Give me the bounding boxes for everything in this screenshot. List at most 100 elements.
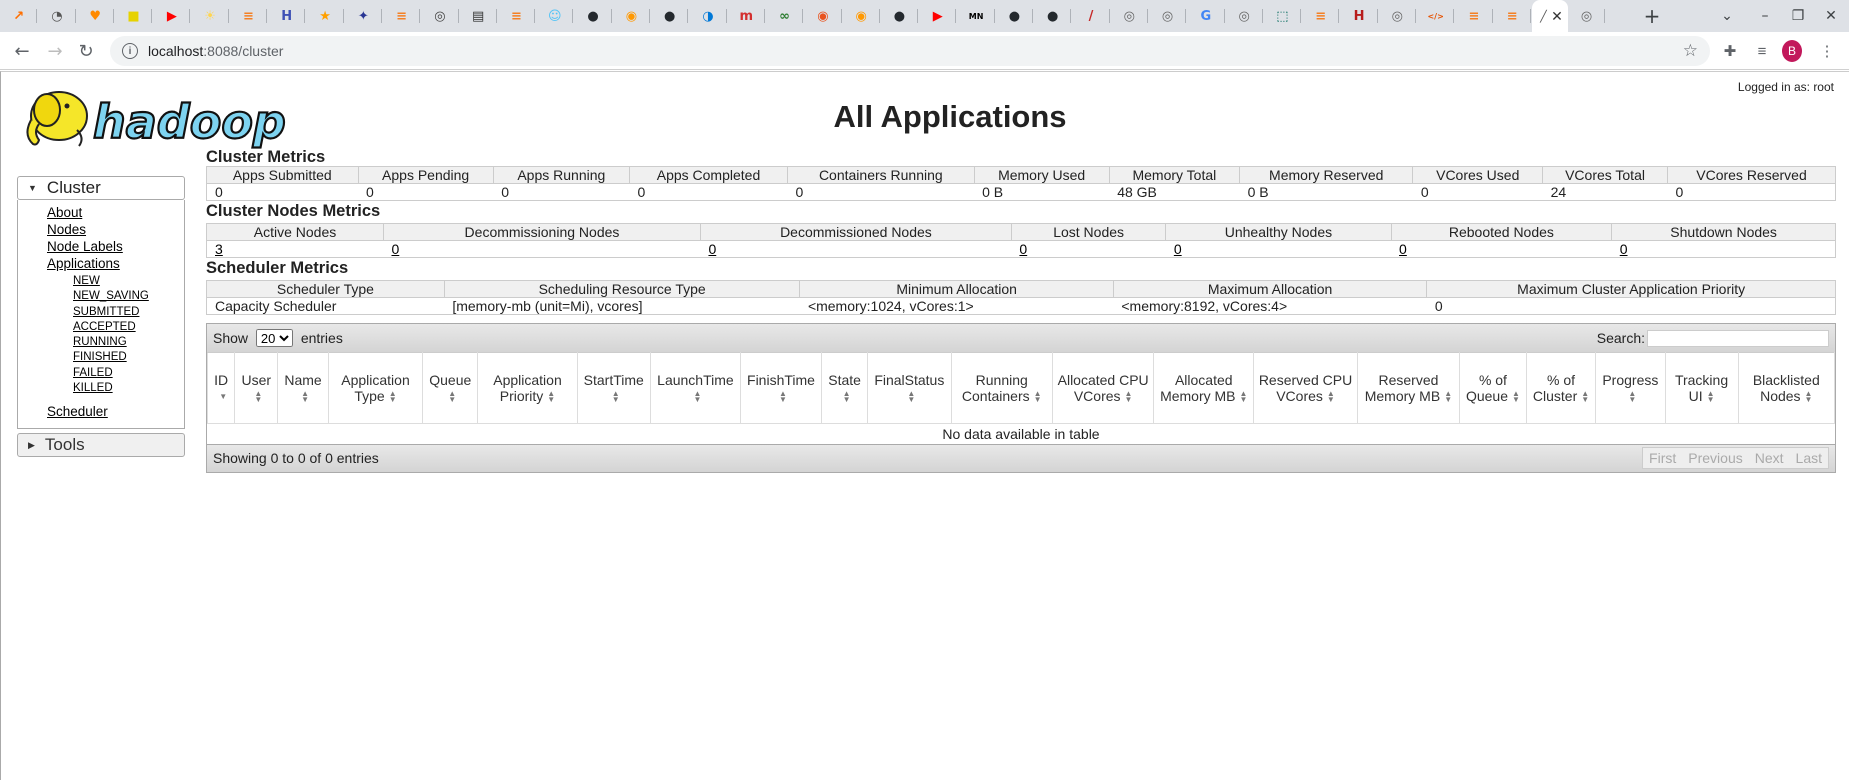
browser-tab[interactable]: ♥ [77, 0, 115, 32]
browser-tab[interactable]: ◎ [1226, 0, 1264, 32]
metric-link-lost-nodes[interactable]: 0 [1019, 241, 1027, 257]
browser-tab[interactable]: ● [651, 0, 689, 32]
browser-tab[interactable]: ≡ [1494, 0, 1532, 32]
browser-tab[interactable]: ∞ [766, 0, 804, 32]
metric-link-decommissioning-nodes[interactable]: 0 [391, 241, 399, 257]
active-browser-tab[interactable]: ╱ ✕ [1531, 0, 1568, 32]
browser-tab[interactable]: ● [1034, 0, 1072, 32]
browser-tab[interactable]: ↗ [0, 0, 38, 32]
page-size-select[interactable]: 20 [255, 329, 293, 347]
nav-link-applications[interactable]: Applications [47, 255, 184, 272]
close-window-button[interactable]: ✕ [1814, 0, 1848, 32]
browser-tab[interactable]: ⬚ [1264, 0, 1302, 32]
minimize-button[interactable]: – [1748, 0, 1782, 32]
browser-tab[interactable]: ≡ [1302, 0, 1340, 32]
metric-link-unhealthy-nodes[interactable]: 0 [1174, 241, 1182, 257]
nav-app-state-new-saving[interactable]: NEW_SAVING [73, 289, 184, 304]
nav-app-state-killed[interactable]: KILLED [73, 381, 184, 396]
nav-app-state-submitted[interactable]: SUBMITTED [73, 305, 184, 320]
column-header-finishtime[interactable]: FinishTime▲ ▼ [739, 352, 823, 424]
metric-link-active-nodes[interactable]: 3 [215, 241, 223, 257]
new-tab-button[interactable]: + [1635, 0, 1669, 32]
search-input[interactable] [1647, 329, 1829, 347]
column-header-running-containers[interactable]: Running Containers ▲ ▼ [950, 352, 1053, 424]
close-tab-icon[interactable]: ✕ [1551, 8, 1563, 25]
nav-app-state-running[interactable]: RUNNING [73, 335, 184, 350]
column-header-application-type[interactable]: Application Type ▲ ▼ [327, 352, 424, 424]
nav-link-scheduler[interactable]: Scheduler [47, 403, 184, 420]
column-header-launchtime[interactable]: LaunchTime▲ ▼ [650, 352, 741, 424]
browser-tab[interactable]: ◉ [843, 0, 881, 32]
column-header-blacklisted-nodes[interactable]: Blacklisted Nodes ▲ ▼ [1737, 352, 1836, 424]
column-header-application-priority[interactable]: Application Priority ▲ ▼ [477, 352, 578, 424]
nav-app-state-failed[interactable]: FAILED [73, 366, 184, 381]
column-header-finalstatus[interactable]: FinalStatus▲ ▼ [867, 352, 952, 424]
column-header-name[interactable]: Name▲ ▼ [277, 352, 329, 424]
column-header-progress[interactable]: Progress▲ ▼ [1595, 352, 1666, 424]
column-header-reserved-cpu-vcores[interactable]: Reserved CPU VCores ▲ ▼ [1253, 352, 1358, 424]
profile-button[interactable]: B [1782, 40, 1802, 62]
browser-tab[interactable]: ◔ [38, 0, 76, 32]
browser-tab[interactable]: ★ [306, 0, 344, 32]
nav-link-nodes[interactable]: Nodes [47, 221, 184, 238]
metric-link-decommissioned-nodes[interactable]: 0 [708, 241, 716, 257]
browser-tab[interactable]: / [1072, 0, 1110, 32]
pager-previous-button[interactable]: Previous [1682, 448, 1748, 468]
metric-link-shutdown-nodes[interactable]: 0 [1620, 241, 1628, 257]
browser-tab[interactable]: H [268, 0, 306, 32]
browser-tab[interactable]: ◎ [1111, 0, 1149, 32]
column-header-of-queue[interactable]: % of Queue ▲ ▼ [1458, 352, 1527, 424]
column-header-id[interactable]: ID ▼ [206, 352, 236, 424]
browser-tab[interactable]: G [1187, 0, 1225, 32]
browser-tab[interactable]: ● [881, 0, 919, 32]
bookmark-star-icon[interactable]: ☆ [1683, 41, 1698, 61]
column-header-reserved-memory-mb[interactable]: Reserved Memory MB ▲ ▼ [1356, 352, 1460, 424]
nav-app-state-accepted[interactable]: ACCEPTED [73, 320, 184, 335]
tab-search-icon[interactable]: ⌄ [1710, 0, 1744, 32]
browser-tab[interactable]: ≡ [1455, 0, 1493, 32]
site-info-icon[interactable]: i [122, 43, 138, 59]
browser-tab[interactable]: ◑ [689, 0, 727, 32]
browser-tab[interactable]: ◎ [1379, 0, 1417, 32]
browser-tab[interactable]: m [728, 0, 766, 32]
browser-tab[interactable]: ◎ [421, 0, 459, 32]
browser-tab[interactable]: ▶ [919, 0, 957, 32]
maximize-button[interactable]: ❐ [1781, 0, 1815, 32]
browser-tab[interactable]: ✦ [345, 0, 383, 32]
browser-tab[interactable]: ≡ [498, 0, 536, 32]
nav-app-state-new[interactable]: NEW [73, 274, 184, 289]
forward-icon[interactable]: → [44, 40, 66, 62]
column-header-state[interactable]: State▲ ▼ [821, 352, 869, 424]
nav-tools-header[interactable]: ▶ Tools [17, 433, 185, 458]
browser-tab[interactable]: ◉ [613, 0, 651, 32]
browser-tab[interactable]: ● [574, 0, 613, 32]
browser-tab[interactable]: ≡ [230, 0, 268, 32]
pager-first-button[interactable]: First [1643, 448, 1682, 468]
url-input[interactable]: i localhost:8088/cluster ☆ [110, 36, 1710, 66]
reload-icon[interactable]: ↻ [75, 40, 97, 62]
reading-list-icon[interactable]: ≡ [1752, 41, 1772, 61]
nav-app-state-finished[interactable]: FINISHED [73, 350, 184, 365]
column-header-of-cluster[interactable]: % of Cluster ▲ ▼ [1525, 352, 1597, 424]
browser-tab[interactable]: ☀ [191, 0, 230, 32]
column-header-allocated-cpu-vcores[interactable]: Allocated CPU VCores ▲ ▼ [1051, 352, 1155, 424]
browser-tab[interactable]: ● [996, 0, 1034, 32]
column-header-tracking-ui[interactable]: Tracking UI ▲ ▼ [1664, 352, 1739, 424]
browser-tab[interactable]: </> [1417, 0, 1455, 32]
pager-next-button[interactable]: Next [1749, 448, 1790, 468]
browser-tab[interactable]: ■ [115, 0, 153, 32]
pager-last-button[interactable]: Last [1790, 448, 1828, 468]
browser-tab[interactable]: ◉ [804, 0, 842, 32]
menu-kebab-icon[interactable]: ⋮ [1817, 41, 1837, 61]
browser-tab[interactable]: MN [957, 0, 996, 32]
nav-link-node-labels[interactable]: Node Labels [47, 238, 184, 255]
metric-link-rebooted-nodes[interactable]: 0 [1399, 241, 1407, 257]
browser-tab[interactable]: ▶ [153, 0, 191, 32]
browser-tab[interactable]: ≡ [383, 0, 421, 32]
nav-link-about[interactable]: About [47, 204, 184, 221]
browser-tab[interactable]: ◎ [1149, 0, 1187, 32]
column-header-starttime[interactable]: StartTime▲ ▼ [576, 352, 652, 424]
browser-tab[interactable]: ☺ [536, 0, 574, 32]
nav-cluster-header[interactable]: ▼ Cluster [17, 176, 185, 200]
browser-tab[interactable]: ◎ [1568, 0, 1606, 32]
